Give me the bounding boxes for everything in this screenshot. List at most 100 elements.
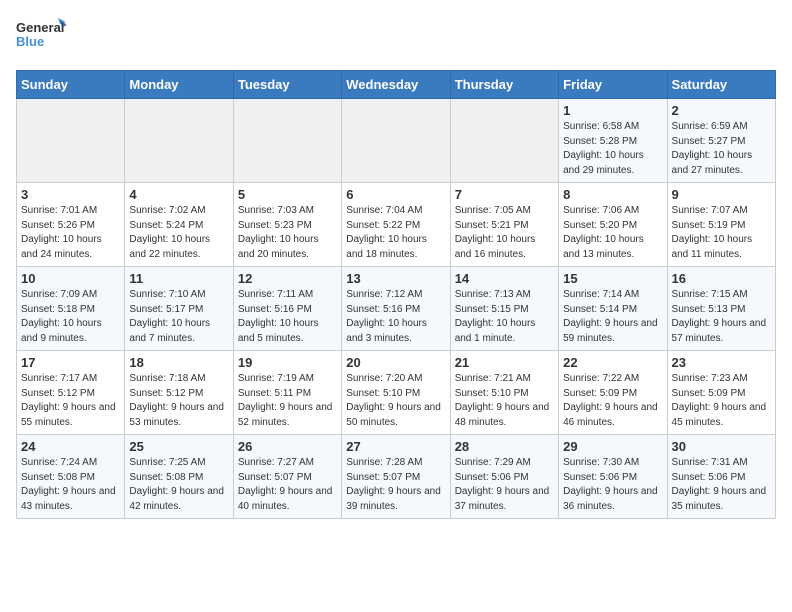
weekday-header-row: SundayMondayTuesdayWednesdayThursdayFrid…	[17, 71, 776, 99]
day-info: Sunrise: 7:06 AM Sunset: 5:20 PM Dayligh…	[563, 204, 662, 262]
calendar-cell: 4Sunrise: 7:02 AM Sunset: 5:24 PM Daylig…	[125, 183, 233, 267]
calendar-cell: 28 Sunrise: 7:29 AM Sunset: 5:06 PM Dayli…	[450, 435, 558, 519]
day-number: 13	[346, 271, 445, 286]
calendar-cell: 2 Sunrise: 6:59 AM Sunset: 5:27 PM Daylig…	[667, 99, 775, 183]
day-info: Sunrise: 7:09 AM Sunset: 5:18 PM Dayligh…	[21, 288, 120, 346]
day-info: Sunrise: 7:10 AM Sunset: 5:17 PM Dayligh…	[129, 288, 228, 346]
calendar-cell: 19 Sunrise: 7:19 AM Sunset: 5:11 PM Dayli…	[233, 351, 341, 435]
day-info: Sunrise: 7:19 AM Sunset: 5:11 PM Dayligh…	[238, 372, 337, 430]
calendar-cell: 24 Sunrise: 7:24 AM Sunset: 5:08 PM Dayli…	[17, 435, 125, 519]
week-row-2: 3 Sunrise: 7:01 AM Sunset: 5:26 PM Daylig…	[17, 183, 776, 267]
day-number: 7	[455, 187, 554, 202]
calendar-cell: 14 Sunrise: 7:13 AM Sunset: 5:15 PM Dayli…	[450, 267, 558, 351]
week-row-1: 1 Sunrise: 6:58 AM Sunset: 5:28 PM Daylig…	[17, 99, 776, 183]
calendar-cell: 11 Sunrise: 7:10 AM Sunset: 5:17 PM Dayli…	[125, 267, 233, 351]
day-number: 27	[346, 439, 445, 454]
day-number: 28	[455, 439, 554, 454]
calendar-cell: 9 Sunrise: 7:07 AM Sunset: 5:19 PM Daylig…	[667, 183, 775, 267]
day-info: Sunrise: 7:21 AM Sunset: 5:10 PM Dayligh…	[455, 372, 554, 430]
weekday-header-monday: Monday	[125, 71, 233, 99]
week-row-3: 10 Sunrise: 7:09 AM Sunset: 5:18 PM Dayli…	[17, 267, 776, 351]
weekday-header-wednesday: Wednesday	[342, 71, 450, 99]
day-number: 30	[672, 439, 771, 454]
day-number: 5	[238, 187, 337, 202]
calendar-cell	[17, 99, 125, 183]
week-row-5: 24 Sunrise: 7:24 AM Sunset: 5:08 PM Dayli…	[17, 435, 776, 519]
day-number: 10	[21, 271, 120, 286]
calendar-cell: 7Sunrise: 7:05 AM Sunset: 5:21 PM Daylig…	[450, 183, 558, 267]
weekday-header-tuesday: Tuesday	[233, 71, 341, 99]
day-number: 8	[563, 187, 662, 202]
day-info: Sunrise: 7:29 AM Sunset: 5:06 PM Dayligh…	[455, 456, 554, 514]
day-info: Sunrise: 7:03 AM Sunset: 5:23 PM Dayligh…	[238, 204, 337, 262]
day-info: Sunrise: 7:24 AM Sunset: 5:08 PM Dayligh…	[21, 456, 120, 514]
calendar-cell	[125, 99, 233, 183]
day-info: Sunrise: 7:04 AM Sunset: 5:22 PM Dayligh…	[346, 204, 445, 262]
day-number: 19	[238, 355, 337, 370]
calendar-cell: 6Sunrise: 7:04 AM Sunset: 5:22 PM Daylig…	[342, 183, 450, 267]
day-info: Sunrise: 7:28 AM Sunset: 5:07 PM Dayligh…	[346, 456, 445, 514]
day-number: 18	[129, 355, 228, 370]
day-info: Sunrise: 7:01 AM Sunset: 5:26 PM Dayligh…	[21, 204, 120, 262]
calendar-cell: 5 Sunrise: 7:03 AM Sunset: 5:23 PM Daylig…	[233, 183, 341, 267]
week-row-4: 17Sunrise: 7:17 AM Sunset: 5:12 PM Dayli…	[17, 351, 776, 435]
day-number: 1	[563, 103, 662, 118]
calendar-cell: 10 Sunrise: 7:09 AM Sunset: 5:18 PM Dayli…	[17, 267, 125, 351]
calendar-cell	[342, 99, 450, 183]
calendar-cell: 22 Sunrise: 7:22 AM Sunset: 5:09 PM Dayli…	[559, 351, 667, 435]
calendar-cell: 8 Sunrise: 7:06 AM Sunset: 5:20 PM Daylig…	[559, 183, 667, 267]
calendar-cell	[450, 99, 558, 183]
day-number: 11	[129, 271, 228, 286]
calendar-cell: 30 Sunrise: 7:31 AM Sunset: 5:06 PM Dayli…	[667, 435, 775, 519]
day-info: Sunrise: 7:23 AM Sunset: 5:09 PM Dayligh…	[672, 372, 771, 430]
logo-svg: General Blue	[16, 16, 66, 58]
day-info: Sunrise: 7:20 AM Sunset: 5:10 PM Dayligh…	[346, 372, 445, 430]
calendar-cell: 25Sunrise: 7:25 AM Sunset: 5:08 PM Dayli…	[125, 435, 233, 519]
day-number: 3	[21, 187, 120, 202]
calendar-cell: 17Sunrise: 7:17 AM Sunset: 5:12 PM Dayli…	[17, 351, 125, 435]
day-number: 23	[672, 355, 771, 370]
calendar-cell: 27 Sunrise: 7:28 AM Sunset: 5:07 PM Dayli…	[342, 435, 450, 519]
calendar-cell: 29Sunrise: 7:30 AM Sunset: 5:06 PM Dayli…	[559, 435, 667, 519]
day-info: Sunrise: 7:13 AM Sunset: 5:15 PM Dayligh…	[455, 288, 554, 346]
logo: General Blue	[16, 16, 66, 58]
weekday-header-friday: Friday	[559, 71, 667, 99]
svg-text:General: General	[16, 20, 64, 35]
day-info: Sunrise: 7:22 AM Sunset: 5:09 PM Dayligh…	[563, 372, 662, 430]
day-number: 16	[672, 271, 771, 286]
day-number: 20	[346, 355, 445, 370]
calendar-cell: 13Sunrise: 7:12 AM Sunset: 5:16 PM Dayli…	[342, 267, 450, 351]
calendar-cell: 16 Sunrise: 7:15 AM Sunset: 5:13 PM Dayli…	[667, 267, 775, 351]
day-number: 21	[455, 355, 554, 370]
day-number: 2	[672, 103, 771, 118]
day-info: Sunrise: 7:07 AM Sunset: 5:19 PM Dayligh…	[672, 204, 771, 262]
day-number: 15	[563, 271, 662, 286]
day-number: 14	[455, 271, 554, 286]
calendar-cell: 18 Sunrise: 7:18 AM Sunset: 5:12 PM Dayli…	[125, 351, 233, 435]
calendar-cell: 26Sunrise: 7:27 AM Sunset: 5:07 PM Dayli…	[233, 435, 341, 519]
page-header: General Blue	[16, 16, 776, 58]
day-number: 4	[129, 187, 228, 202]
day-info: Sunrise: 7:14 AM Sunset: 5:14 PM Dayligh…	[563, 288, 662, 346]
day-number: 22	[563, 355, 662, 370]
day-info: Sunrise: 7:15 AM Sunset: 5:13 PM Dayligh…	[672, 288, 771, 346]
day-number: 26	[238, 439, 337, 454]
weekday-header-sunday: Sunday	[17, 71, 125, 99]
day-info: Sunrise: 7:18 AM Sunset: 5:12 PM Dayligh…	[129, 372, 228, 430]
calendar-cell: 1 Sunrise: 6:58 AM Sunset: 5:28 PM Daylig…	[559, 99, 667, 183]
calendar-cell: 12 Sunrise: 7:11 AM Sunset: 5:16 PM Dayli…	[233, 267, 341, 351]
day-number: 24	[21, 439, 120, 454]
day-info: Sunrise: 7:31 AM Sunset: 5:06 PM Dayligh…	[672, 456, 771, 514]
day-info: Sunrise: 7:25 AM Sunset: 5:08 PM Dayligh…	[129, 456, 228, 514]
calendar-cell: 21 Sunrise: 7:21 AM Sunset: 5:10 PM Dayli…	[450, 351, 558, 435]
day-info: Sunrise: 6:59 AM Sunset: 5:27 PM Dayligh…	[672, 120, 771, 178]
day-info: Sunrise: 6:58 AM Sunset: 5:28 PM Dayligh…	[563, 120, 662, 178]
day-info: Sunrise: 7:11 AM Sunset: 5:16 PM Dayligh…	[238, 288, 337, 346]
day-number: 17	[21, 355, 120, 370]
day-number: 12	[238, 271, 337, 286]
calendar-cell: 15 Sunrise: 7:14 AM Sunset: 5:14 PM Dayli…	[559, 267, 667, 351]
calendar-cell: 3 Sunrise: 7:01 AM Sunset: 5:26 PM Daylig…	[17, 183, 125, 267]
weekday-header-thursday: Thursday	[450, 71, 558, 99]
calendar-cell: 23 Sunrise: 7:23 AM Sunset: 5:09 PM Dayli…	[667, 351, 775, 435]
day-number: 9	[672, 187, 771, 202]
